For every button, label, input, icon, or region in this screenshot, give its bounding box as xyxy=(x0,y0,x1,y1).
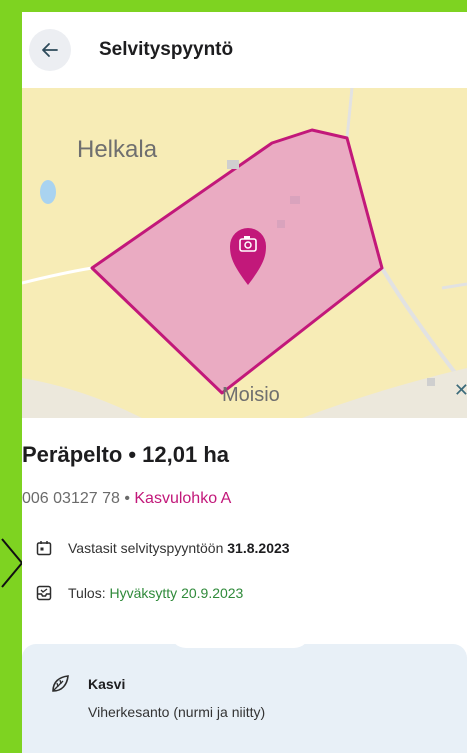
result-value: Hyväksytty 20.9.2023 xyxy=(109,585,244,601)
leaf-icon xyxy=(52,675,69,692)
calendar-icon xyxy=(34,538,54,558)
map-label-north: Helkala xyxy=(77,136,158,163)
separator: • xyxy=(119,490,135,507)
crop-label: Kasvi xyxy=(88,676,126,692)
field-id: 006 03127 78 xyxy=(22,490,120,507)
map-view[interactable]: Helkala Moisio ✕ xyxy=(22,88,467,418)
crop-card: Kasvi Viherkesanto (nurmi ja niitty) xyxy=(22,644,467,753)
page-title: Selvityspyyntö xyxy=(99,39,234,60)
result-label: Tulos: xyxy=(68,585,106,601)
answered-row: Vastasit selvityspyyntöön 31.8.2023 xyxy=(34,538,290,558)
arrow-left-icon xyxy=(42,43,58,57)
card-tab xyxy=(170,630,310,648)
field-title: Peräpelto • 12,01 ha xyxy=(22,442,230,467)
field-subtitle: 006 03127 78 • Kasvulohko A xyxy=(22,490,231,508)
back-button[interactable] xyxy=(29,29,71,71)
answered-date: 31.8.2023 xyxy=(227,540,290,556)
crop-value: Viherkesanto (nurmi ja niitty) xyxy=(88,704,266,720)
result-row: Tulos: Hyväksytty 20.9.2023 xyxy=(34,583,243,603)
phone-screen: Selvityspyyntö Helkala Moisio ✕ Peräpelt… xyxy=(22,12,467,753)
answered-text: Vastasit selvityspyyntöön xyxy=(68,540,224,556)
pointer-arrow-icon xyxy=(1,538,24,588)
fullscreen-icon[interactable]: ✕ xyxy=(454,380,467,401)
inbox-check-icon xyxy=(34,583,54,603)
map-label-south: Moisio xyxy=(222,384,280,406)
block-link[interactable]: Kasvulohko A xyxy=(134,490,231,507)
app-bar: Selvityspyyntö xyxy=(22,12,467,88)
